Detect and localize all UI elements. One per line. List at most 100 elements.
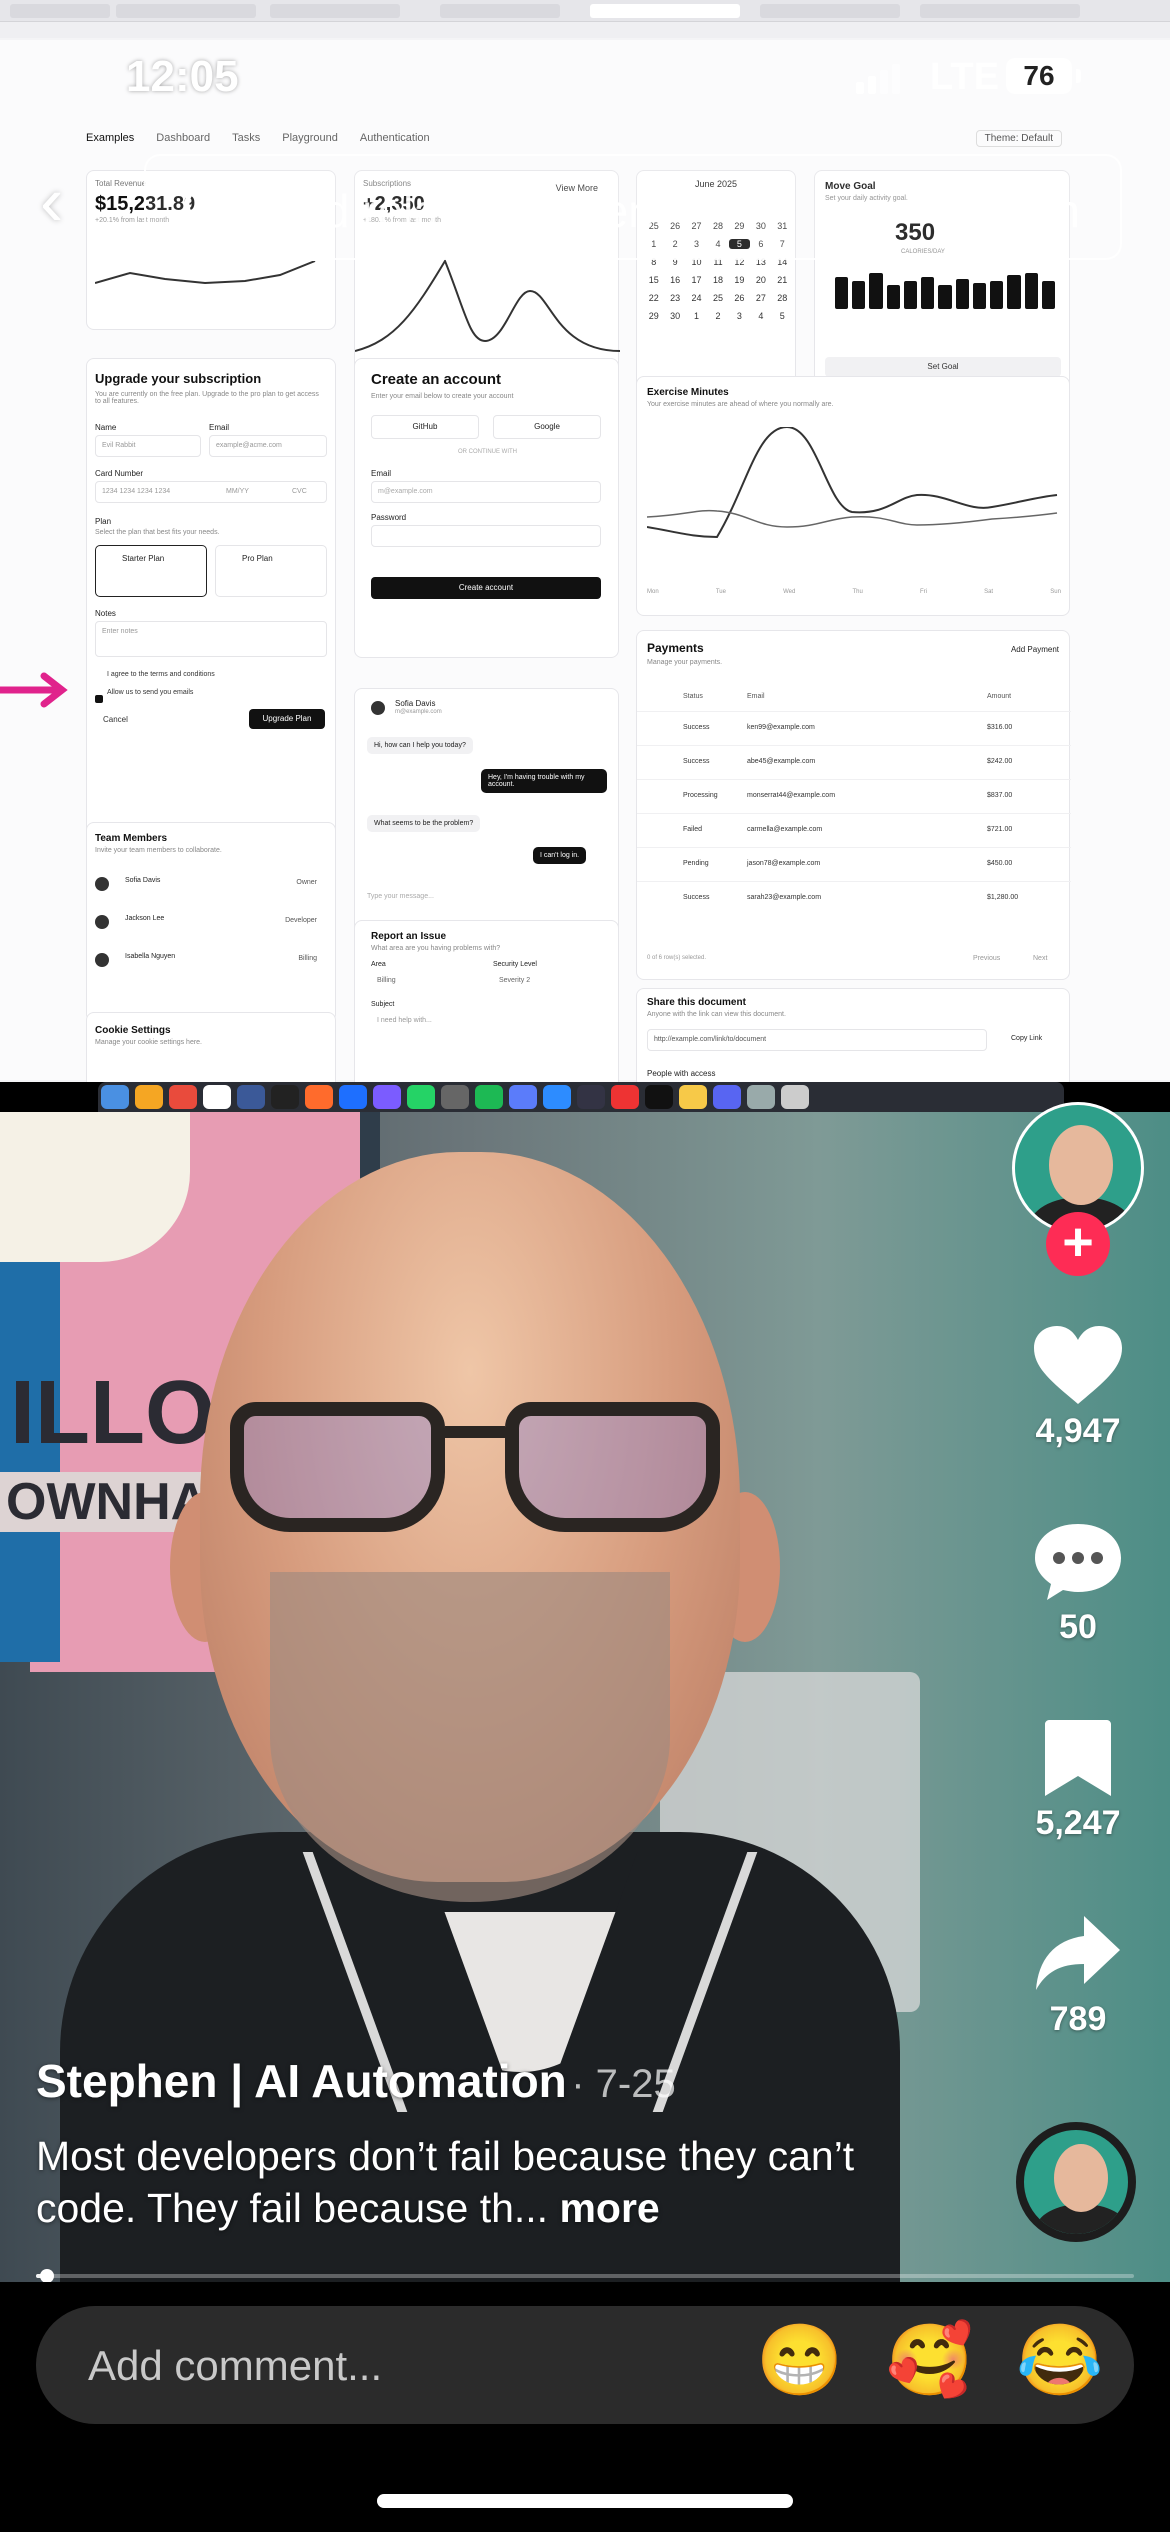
dock-app-icon bbox=[203, 1085, 231, 1109]
team-member-name: Isabella Nguyen bbox=[125, 953, 176, 960]
comment-button[interactable]: 50 bbox=[1012, 1520, 1144, 1647]
payment-cell: jason78@example.com bbox=[747, 860, 821, 867]
dock-app-icon bbox=[713, 1085, 741, 1109]
search-button[interactable]: Search bbox=[934, 184, 1080, 238]
dock-app-icon bbox=[577, 1085, 605, 1109]
calendar-day: 30 bbox=[670, 311, 681, 321]
team-avatar bbox=[95, 953, 109, 967]
payment-cell: monserrat44@example.com bbox=[747, 792, 836, 799]
search-bar[interactable]: Find related content Search bbox=[144, 154, 1122, 260]
exercise-day-label: Sat bbox=[984, 589, 994, 595]
calendar-day: 25 bbox=[712, 293, 723, 303]
more-link[interactable]: more bbox=[559, 2185, 659, 2231]
calendar-day: 23 bbox=[670, 293, 681, 303]
dock-app-icon bbox=[101, 1085, 129, 1109]
goal-bar bbox=[852, 281, 866, 309]
bookmark-button[interactable]: 5,247 bbox=[1012, 1718, 1144, 1843]
team-member-name: Sofia Davis bbox=[125, 877, 161, 884]
calendar-day: 20 bbox=[755, 275, 766, 285]
payment-cell: abe45@example.com bbox=[747, 758, 816, 765]
mac-dock bbox=[98, 1082, 1064, 1112]
exercise-card: Exercise Minutes Your exercise minutes a… bbox=[636, 376, 1070, 616]
theme-select: Theme: Default bbox=[975, 130, 1062, 147]
dock-app-icon bbox=[305, 1085, 333, 1109]
goal-bar bbox=[1007, 275, 1021, 309]
calendar-day: 4 bbox=[758, 311, 764, 321]
dock-app-icon bbox=[271, 1085, 299, 1109]
payments-card: Payments Manage your payments. Add Payme… bbox=[636, 630, 1071, 980]
payment-cell: sarah23@example.com bbox=[747, 894, 822, 901]
team-member-role: Owner bbox=[296, 879, 317, 886]
exercise-days: Mon Tue Wed Thu Fri Sat Sun bbox=[647, 589, 1061, 595]
smiling-hearts-emoji-button[interactable]: 🥰 bbox=[886, 2320, 973, 2400]
calendar-day: 19 bbox=[734, 275, 745, 285]
payments-rows: Success ken99@example.com $316.00 Success ab… bbox=[637, 711, 1071, 915]
goal-bar bbox=[921, 277, 935, 309]
calendar-day: 29 bbox=[648, 311, 659, 321]
network-type: LTE bbox=[930, 56, 999, 98]
payment-cell: Success bbox=[683, 724, 710, 731]
battery-icon: 76 bbox=[1006, 58, 1072, 94]
dock-app-icon bbox=[169, 1085, 197, 1109]
calendar-day: 2 bbox=[715, 311, 721, 321]
payment-cell: $316.00 bbox=[987, 724, 1013, 731]
goal-bar bbox=[1024, 273, 1038, 309]
team-member-row: Sofia Davis Owner bbox=[95, 871, 327, 909]
exercise-chart bbox=[647, 427, 1058, 539]
calendar-day: 18 bbox=[712, 275, 723, 285]
progress-handle[interactable] bbox=[39, 2269, 54, 2283]
grinning-emoji-button[interactable]: 😁 bbox=[756, 2320, 843, 2400]
calendar-day: 24 bbox=[691, 293, 702, 303]
subscriptions-chart bbox=[355, 258, 620, 352]
dock-app-icon bbox=[509, 1085, 537, 1109]
calendar-day: 28 bbox=[777, 293, 788, 303]
video-description[interactable]: Most developers don’t fail because they … bbox=[36, 2130, 936, 2234]
goal-bar bbox=[938, 285, 952, 309]
team-rows: Sofia Davis Owner Jackson Lee Developer Isab… bbox=[95, 871, 327, 985]
home-indicator[interactable] bbox=[377, 2494, 793, 2508]
payment-cell: carmella@example.com bbox=[747, 826, 823, 833]
payment-row: Success sarah23@example.com $1,280.00 bbox=[637, 881, 1071, 915]
tears-of-joy-emoji-button[interactable]: 😂 bbox=[1016, 2320, 1103, 2400]
team-member-row: Isabella Nguyen Billing bbox=[95, 947, 327, 985]
follow-plus-button[interactable]: + bbox=[1046, 1212, 1110, 1276]
team-avatar bbox=[95, 915, 109, 929]
move-goal-bars bbox=[835, 269, 1056, 309]
author-name[interactable]: Stephen | AI Automation bbox=[36, 2055, 567, 2107]
payment-cell: Success bbox=[683, 758, 710, 765]
team-member-name: Jackson Lee bbox=[125, 915, 165, 922]
dock-app-icon bbox=[679, 1085, 707, 1109]
share-button[interactable]: 789 bbox=[1012, 1914, 1144, 2039]
dashboard-nav: Examples Dashboard Tasks Playground Authenti… bbox=[86, 132, 430, 144]
dock-app-icon bbox=[441, 1085, 469, 1109]
share-document-card: Share this document Anyone with the link… bbox=[636, 988, 1070, 1082]
bookmark-icon bbox=[1045, 1720, 1111, 1796]
search-placeholder: Find related content bbox=[260, 185, 667, 237]
exercise-day-label: Thu bbox=[852, 589, 863, 595]
payment-cell: Pending bbox=[683, 860, 709, 867]
video-caption: Stephen | AI Automation · 7-25 Most deve… bbox=[36, 2054, 936, 2234]
comment-count: 50 bbox=[1059, 1608, 1097, 1646]
sound-disc-avatar[interactable] bbox=[1016, 2122, 1136, 2242]
comment-bar: Add comment... 😁 🥰 😂 bbox=[0, 2282, 1170, 2532]
search-icon bbox=[184, 184, 235, 235]
video-progress-bar[interactable] bbox=[36, 2269, 1134, 2283]
post-date: · 7-25 bbox=[571, 2062, 676, 2106]
calendar-day: 3 bbox=[736, 311, 742, 321]
payment-cell: $721.00 bbox=[987, 826, 1013, 833]
glasses bbox=[230, 1402, 720, 1542]
share-arrow-icon bbox=[1036, 1916, 1120, 1990]
comment-bubble-icon bbox=[1035, 1524, 1121, 1600]
payment-row: Failed carmella@example.com $721.00 bbox=[637, 813, 1071, 847]
cookie-settings-card: Cookie Settings Manage your cookie setti… bbox=[86, 1012, 336, 1082]
payment-cell: $837.00 bbox=[987, 792, 1013, 799]
dock-app-icon bbox=[407, 1085, 435, 1109]
back-chevron-icon[interactable]: ‹ bbox=[40, 166, 100, 236]
calendar-day: 16 bbox=[670, 275, 681, 285]
dock-app-icon bbox=[237, 1085, 265, 1109]
like-button[interactable]: 4,947 bbox=[1012, 1324, 1144, 1451]
calendar-day: 1 bbox=[694, 311, 700, 321]
subscription-form-card: Upgrade your subscription You are curren… bbox=[86, 358, 336, 838]
dock-app-icon bbox=[475, 1085, 503, 1109]
dock-app-icon bbox=[611, 1085, 639, 1109]
